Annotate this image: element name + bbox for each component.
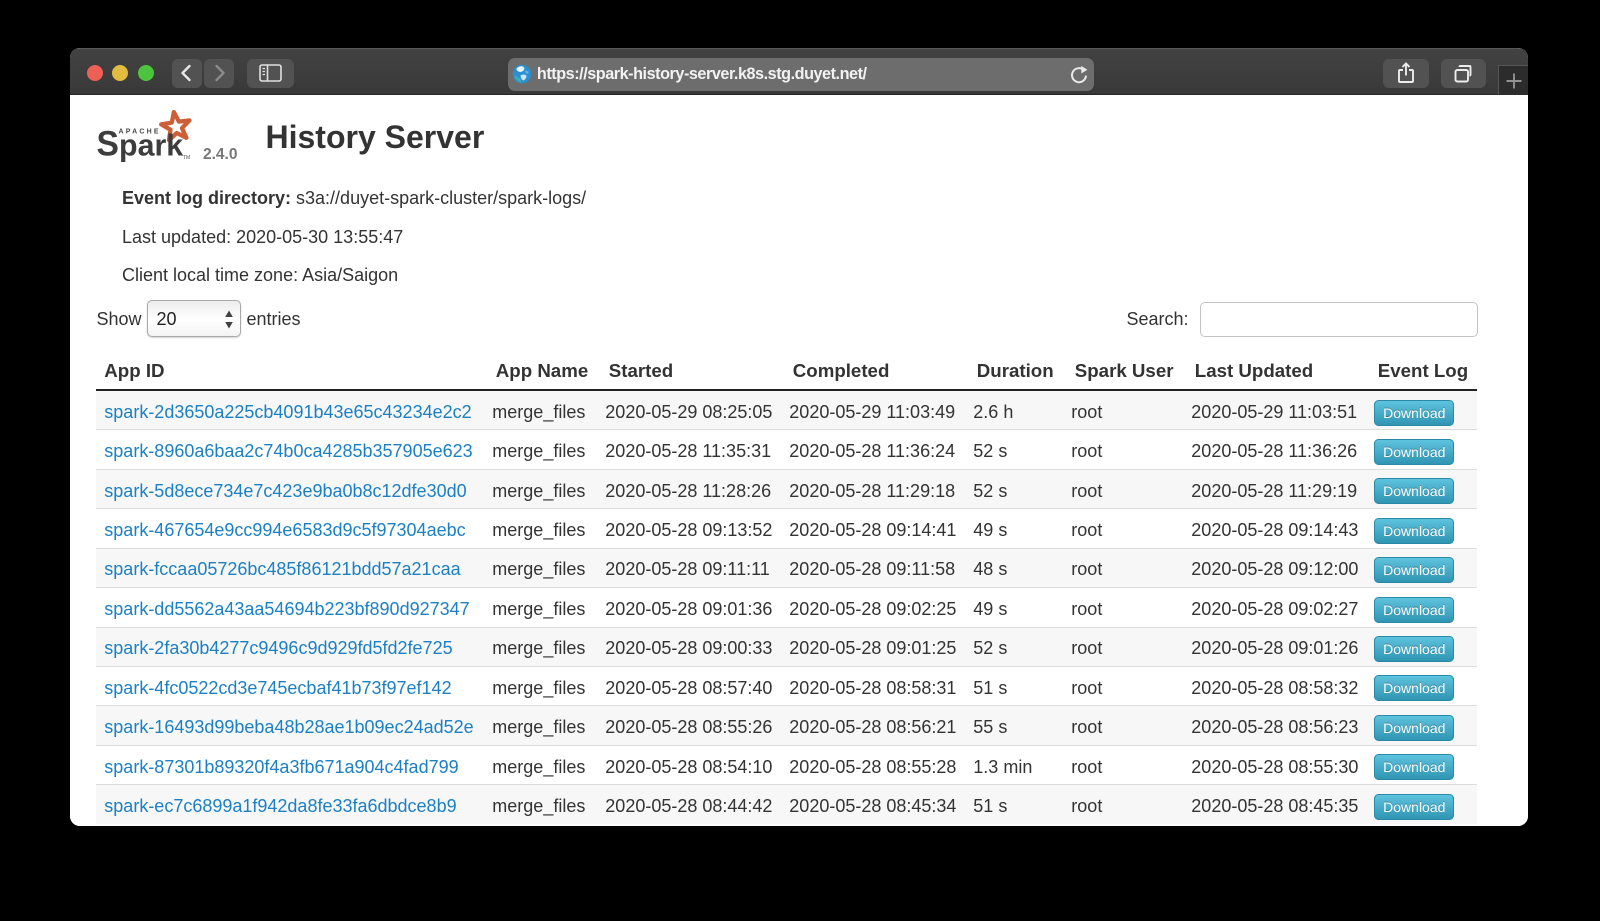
svg-text:TM: TM <box>183 155 190 161</box>
svg-text:park: park <box>119 127 184 162</box>
svg-text:S: S <box>97 125 119 164</box>
